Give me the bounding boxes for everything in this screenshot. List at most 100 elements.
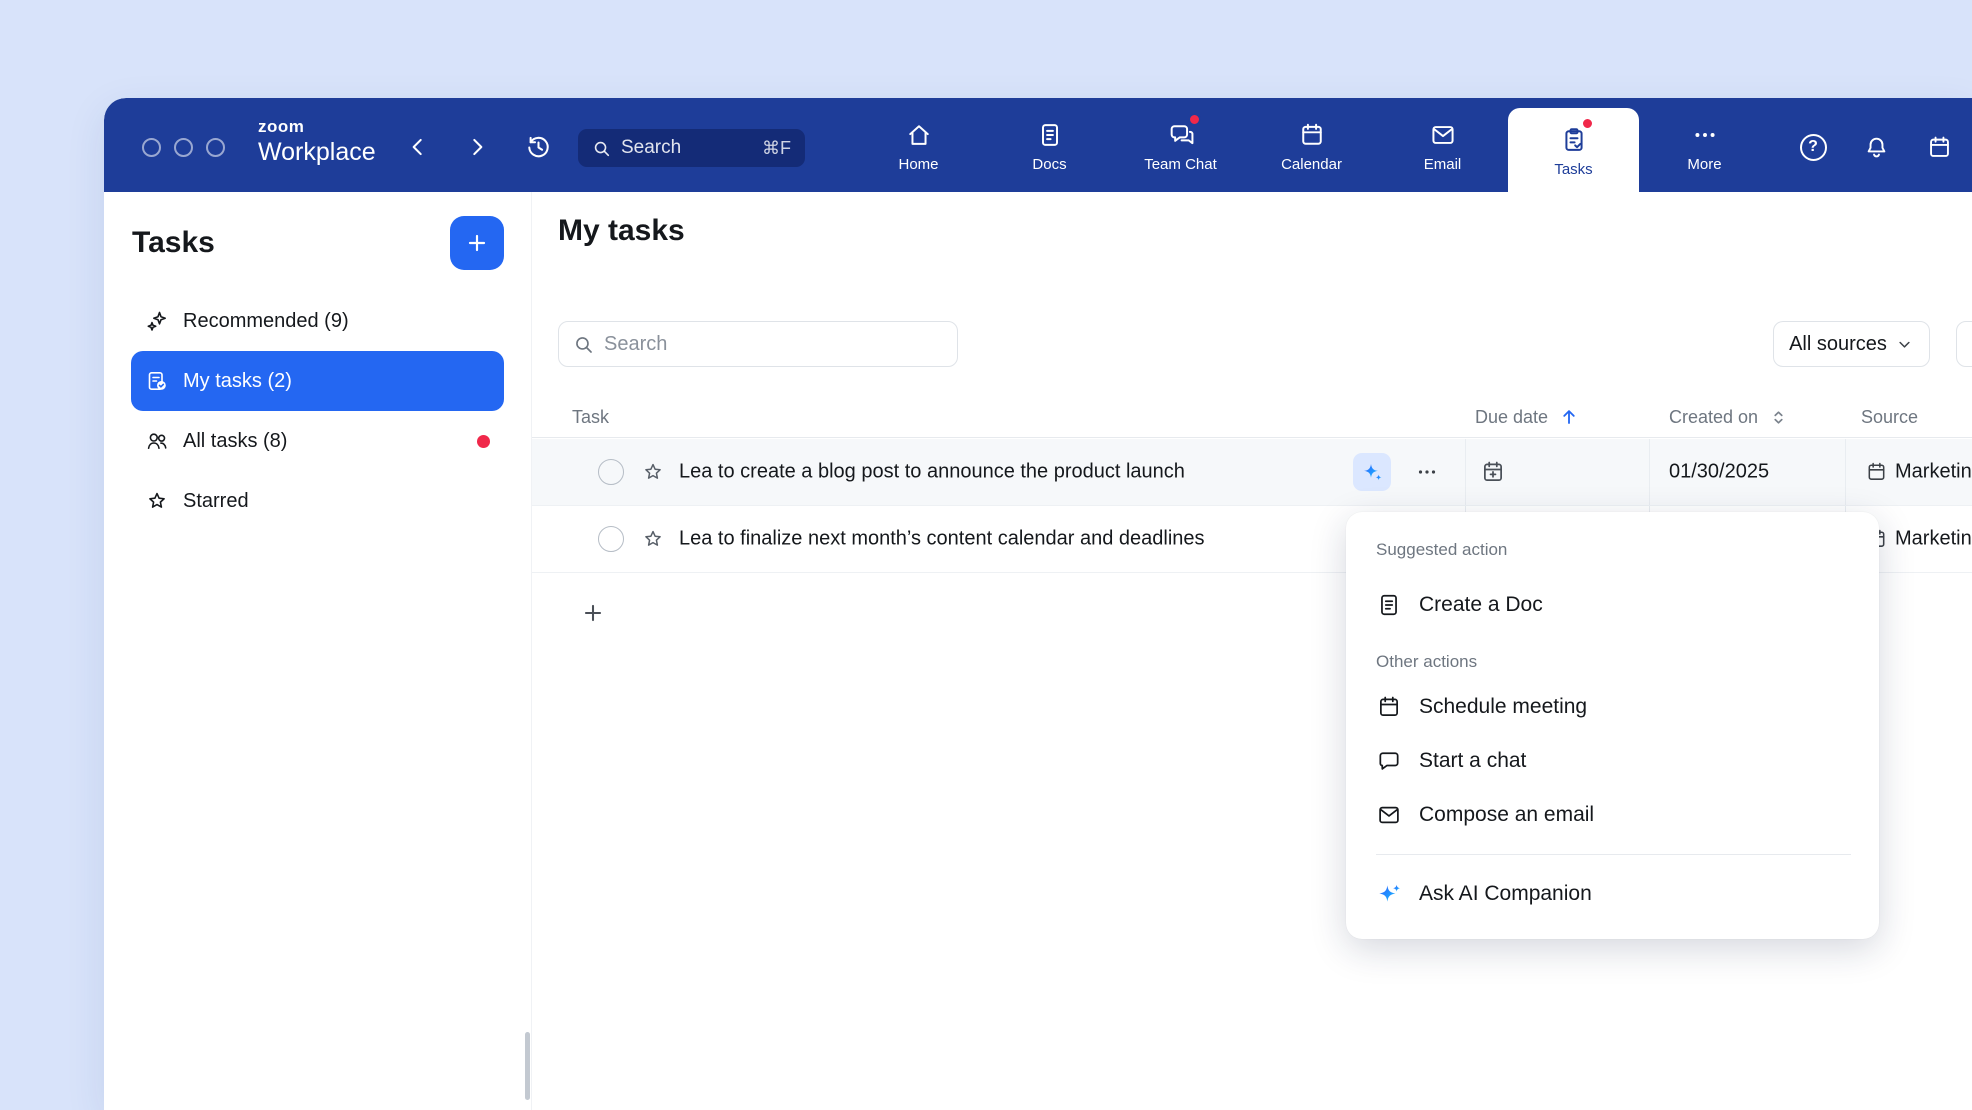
window-control-circle[interactable] — [174, 138, 193, 157]
tab-calendar[interactable]: Calendar — [1246, 98, 1377, 192]
task-search[interactable] — [558, 321, 958, 367]
menu-divider — [1376, 854, 1851, 855]
column-header-created-on[interactable]: Created on — [1669, 396, 1789, 438]
source-value: Marketing — [1895, 461, 1972, 484]
notification-badge — [1188, 113, 1201, 126]
tab-more[interactable]: More — [1639, 98, 1770, 192]
filter-button-partial[interactable] — [1956, 321, 1972, 367]
my-tasks-icon — [145, 369, 169, 393]
task-checkbox[interactable] — [598, 526, 624, 552]
menu-section-label: Other actions — [1376, 652, 1851, 672]
ellipsis-icon — [1415, 460, 1439, 484]
help-button[interactable]: ? — [1797, 131, 1829, 163]
column-header-task: Task — [572, 396, 609, 438]
tab-docs[interactable]: Docs — [984, 98, 1115, 192]
forward-button[interactable] — [461, 131, 493, 163]
window-control-circle[interactable] — [206, 138, 225, 157]
source-value: Marketing — [1895, 528, 1972, 551]
tab-label: Home — [898, 156, 938, 173]
column-divider — [1465, 439, 1466, 505]
chevron-down-icon — [1895, 335, 1914, 354]
task-row[interactable]: Lea to create a blog post to announce th… — [532, 439, 1972, 506]
task-search-input[interactable] — [604, 333, 943, 356]
tab-team-chat[interactable]: Team Chat — [1115, 98, 1246, 192]
scrollbar-thumb[interactable] — [525, 1032, 530, 1100]
window-controls[interactable] — [142, 138, 225, 157]
ai-sparkle-icon — [1360, 460, 1384, 484]
chevron-right-icon — [464, 134, 490, 160]
tab-label: Email — [1424, 156, 1462, 173]
docs-icon — [1036, 121, 1064, 149]
global-search[interactable]: Search ⌘F — [578, 129, 805, 167]
sidebar-nav: Recommended (9) My tasks (2) All tasks (… — [104, 270, 531, 531]
tab-label: More — [1687, 156, 1721, 173]
column-divider — [1649, 439, 1650, 505]
sidebar-item-label: My tasks (2) — [183, 370, 292, 393]
notifications-button[interactable] — [1860, 131, 1892, 163]
tab-label: Tasks — [1554, 161, 1592, 178]
sidebar-item-all-tasks[interactable]: All tasks (8) — [131, 411, 504, 471]
notification-badge — [1581, 117, 1594, 130]
back-button[interactable] — [402, 131, 434, 163]
topbar: zoom Workplace — [104, 98, 1972, 192]
add-due-date-icon[interactable] — [1480, 459, 1506, 485]
sidebar-item-starred[interactable]: Starred — [131, 471, 504, 531]
menu-item-create-doc[interactable]: Create a Doc — [1376, 578, 1851, 632]
home-icon — [905, 121, 933, 149]
global-search-placeholder: Search — [621, 137, 681, 159]
sidebar-item-recommended[interactable]: Recommended (9) — [131, 291, 504, 351]
row-more-button[interactable] — [1409, 454, 1445, 490]
task-checkbox[interactable] — [598, 459, 624, 485]
column-divider — [1845, 439, 1846, 505]
source-doc-icon — [1865, 461, 1888, 484]
bell-icon — [1863, 134, 1890, 161]
page-title: My tasks — [558, 214, 685, 248]
window-control-circle[interactable] — [142, 138, 161, 157]
tab-home[interactable]: Home — [853, 98, 984, 192]
sources-filter-label: All sources — [1789, 333, 1887, 356]
sidebar-item-my-tasks[interactable]: My tasks (2) — [131, 351, 504, 411]
search-shortcut: ⌘F — [762, 138, 791, 159]
menu-item-ask-ai-companion[interactable]: Ask AI Companion — [1376, 867, 1851, 921]
tab-email[interactable]: Email — [1377, 98, 1508, 192]
ai-companion-icon — [1376, 881, 1402, 907]
mini-calendar-button[interactable] — [1923, 131, 1955, 163]
ai-companion-button[interactable] — [1353, 453, 1391, 491]
email-icon — [1429, 121, 1457, 149]
menu-section-label: Suggested action — [1376, 540, 1851, 560]
column-header-due-date[interactable]: Due date — [1475, 396, 1580, 438]
calendar-icon — [1926, 134, 1953, 161]
created-on-value: 01/30/2025 — [1669, 461, 1769, 484]
tab-tasks[interactable]: Tasks — [1508, 108, 1639, 192]
star-icon[interactable] — [641, 460, 665, 484]
history-clock-icon — [525, 134, 552, 161]
app-window: zoom Workplace — [104, 98, 1972, 1110]
sources-filter-button[interactable]: All sources — [1773, 321, 1930, 367]
chevron-left-icon — [405, 134, 431, 160]
tasks-sidebar: Tasks Recommended (9) My tasks (2) — [104, 192, 532, 1110]
menu-item-label: Start a chat — [1419, 749, 1526, 773]
menu-item-start-chat[interactable]: Start a chat — [1376, 734, 1851, 788]
sort-toggle-icon — [1768, 407, 1789, 428]
menu-item-label: Create a Doc — [1419, 593, 1543, 617]
calendar-icon — [1376, 694, 1402, 720]
task-title: Lea to finalize next month’s content cal… — [679, 528, 1205, 551]
calendar-icon — [1298, 121, 1326, 149]
sidebar-item-label: All tasks (8) — [183, 430, 287, 453]
menu-item-compose-email[interactable]: Compose an email — [1376, 788, 1851, 842]
add-task-button[interactable] — [576, 596, 610, 630]
sidebar-item-label: Starred — [183, 490, 249, 513]
new-task-button[interactable] — [450, 216, 504, 270]
doc-icon — [1376, 592, 1402, 618]
unread-badge — [477, 435, 490, 448]
email-icon — [1376, 802, 1402, 828]
history-button[interactable] — [522, 131, 554, 163]
menu-item-schedule-meeting[interactable]: Schedule meeting — [1376, 680, 1851, 734]
chat-bubble-icon — [1376, 748, 1402, 774]
star-icon[interactable] — [641, 527, 665, 551]
tasks-icon — [1560, 126, 1588, 154]
sparkles-icon — [145, 309, 169, 333]
menu-item-label: Compose an email — [1419, 803, 1594, 827]
table-header: Task Due date Created on Source — [532, 396, 1972, 438]
tab-label: Docs — [1032, 156, 1066, 173]
